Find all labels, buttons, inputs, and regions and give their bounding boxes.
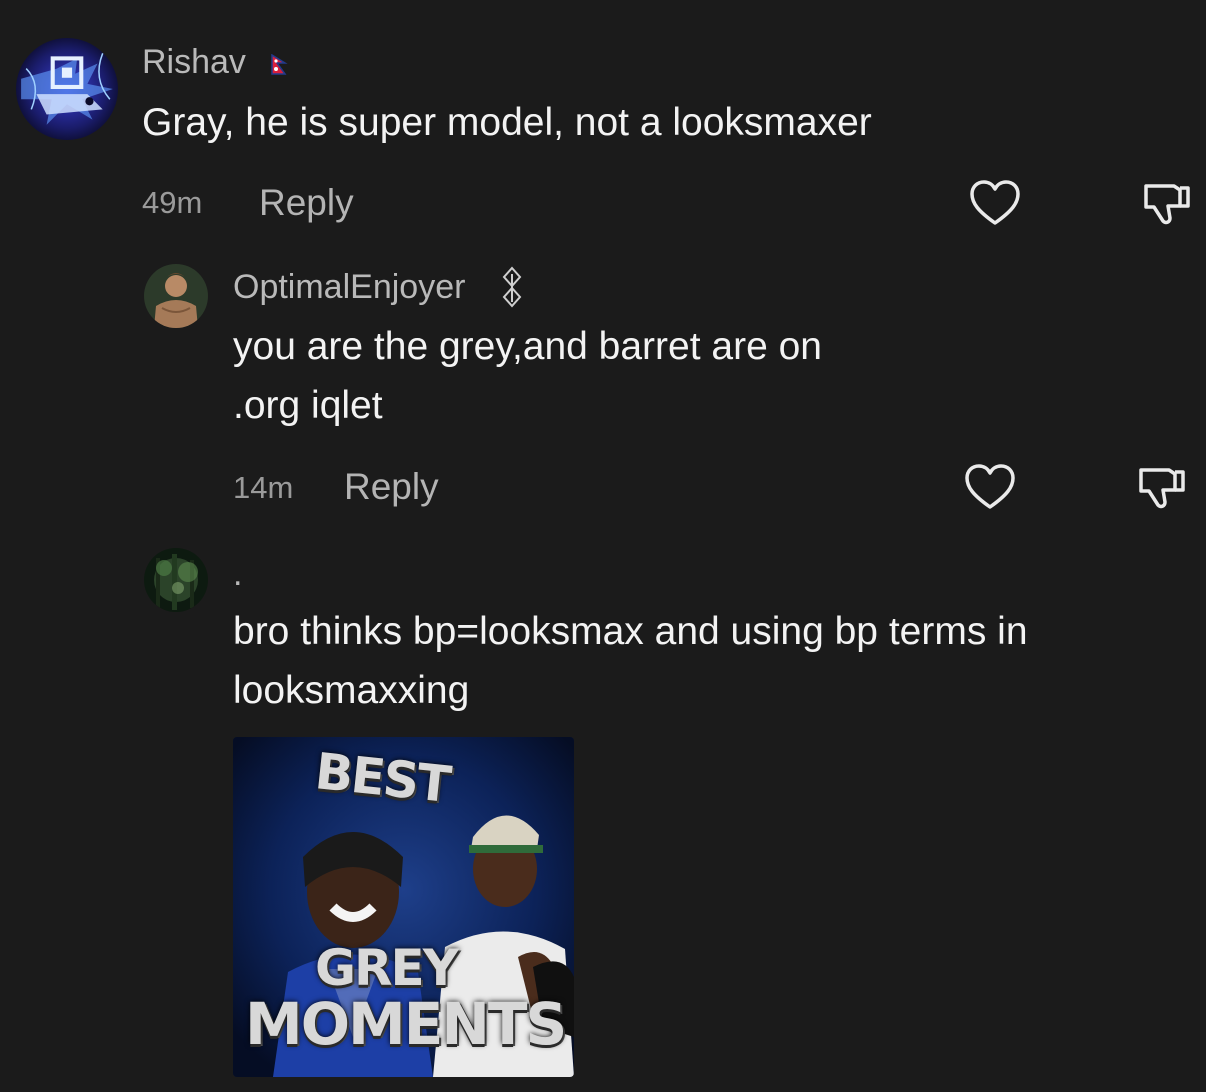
thumbnail-title-line3: MOMENTS <box>245 990 567 1058</box>
forest-avatar-image <box>144 548 208 612</box>
avatar-dot-user[interactable] <box>144 548 208 612</box>
heart-outline-icon[interactable] <box>963 462 1017 512</box>
thumbnail-title-line2: GREY <box>315 939 459 997</box>
avatar-rishav[interactable] <box>16 38 118 140</box>
chain-link-icon <box>500 266 524 310</box>
attached-image[interactable]: BEST GREY MOMENTS <box>233 737 574 1077</box>
statue-avatar-image <box>144 264 208 328</box>
thumbs-down-outline-icon[interactable] <box>1135 464 1187 512</box>
reply-button[interactable]: Reply <box>344 468 439 505</box>
avatar-optimalenjoyer[interactable] <box>144 264 208 328</box>
comment-text-line: Gray, he is super model, not a looksmaxe… <box>142 101 872 144</box>
comment-timestamp: 49m <box>142 185 203 220</box>
comment-text-line: bro thinks bp=looksmax and using bp term… <box>233 610 1028 653</box>
comment-timestamp: 14m <box>233 470 294 505</box>
heart-outline-icon[interactable] <box>968 178 1022 228</box>
comment-username[interactable]: Rishav <box>142 45 246 79</box>
reply-button[interactable]: Reply <box>259 184 354 221</box>
comment-username[interactable]: OptimalEnjoyer <box>233 270 465 304</box>
comment-text-line: you are the grey,and barret are on <box>233 325 822 368</box>
thumbnail-title-line1: BEST <box>312 742 453 814</box>
comment-text-line: .org iqlet <box>233 384 383 427</box>
comment-username[interactable]: . <box>233 557 242 591</box>
thumbs-down-outline-icon[interactable] <box>1140 180 1192 228</box>
geometry-dash-avatar-image <box>16 38 118 140</box>
nepal-flag-icon <box>270 53 288 76</box>
comment-text-line: looksmaxxing <box>233 669 470 712</box>
